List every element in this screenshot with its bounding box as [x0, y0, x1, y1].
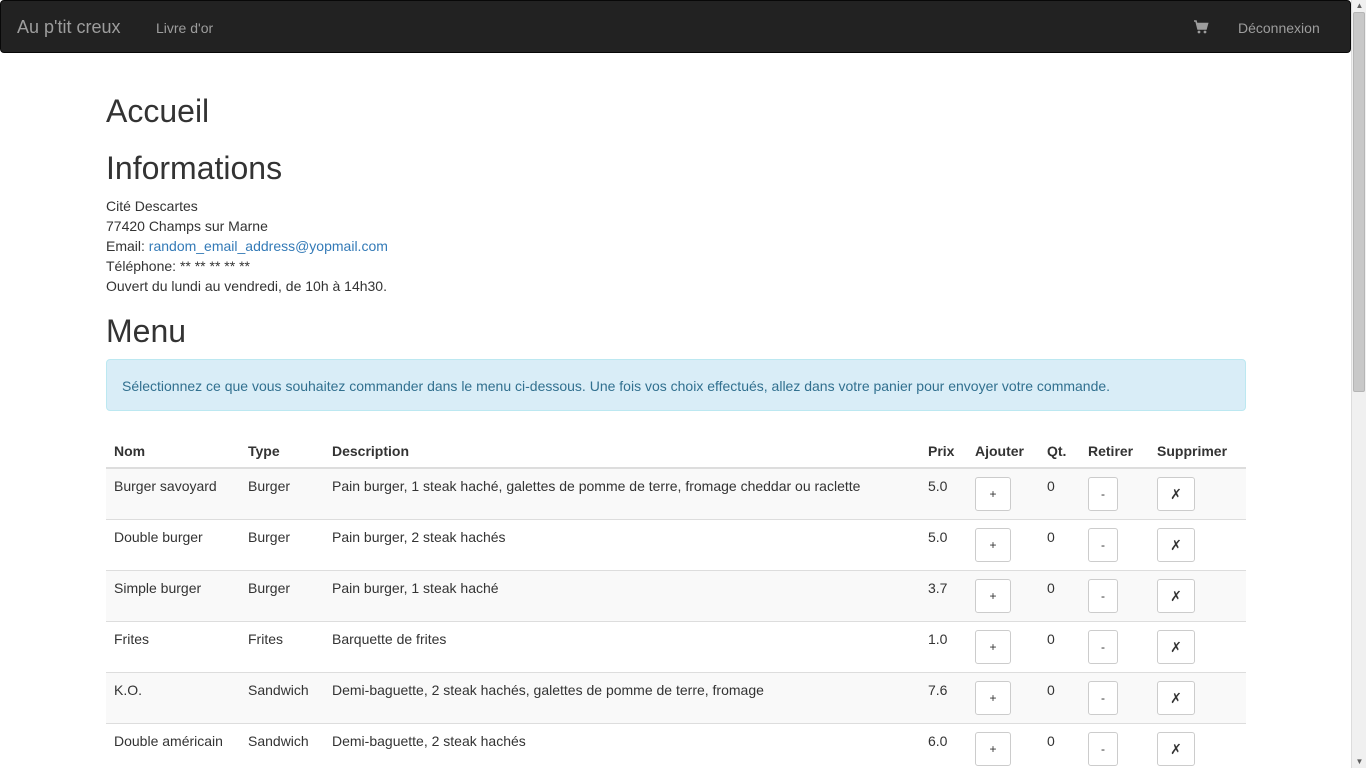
- email-label: Email:: [106, 238, 149, 254]
- header-supprimer: Supprimer: [1149, 431, 1246, 469]
- table-row: Double burger Burger Pain burger, 2 stea…: [106, 519, 1246, 571]
- add-button[interactable]: +: [975, 732, 1011, 766]
- page-title: Accueil: [106, 93, 210, 129]
- cell-qt: 0: [1039, 570, 1080, 622]
- delete-button[interactable]: ✗: [1157, 579, 1195, 613]
- cell-type: Frites: [240, 621, 324, 673]
- cell-description: Pain burger, 1 steak haché, galettes de …: [324, 467, 920, 520]
- table-row: Double américain Sandwich Demi-baguette,…: [106, 723, 1246, 775]
- remove-button[interactable]: -: [1088, 732, 1118, 766]
- remove-button[interactable]: -: [1088, 528, 1118, 562]
- header-type: Type: [240, 431, 324, 469]
- cell-description: Pain burger, 2 steak hachés: [324, 519, 920, 571]
- brand-link[interactable]: Au p'tit creux: [17, 17, 120, 37]
- cell-description: Pain burger, 1 steak haché: [324, 570, 920, 622]
- cell-prix: 3.7: [920, 570, 967, 622]
- cell-type: Sandwich: [240, 723, 324, 775]
- remove-button[interactable]: -: [1088, 579, 1118, 613]
- phone-line: Téléphone: ** ** ** ** **: [106, 258, 250, 274]
- cell-type: Burger: [240, 467, 324, 520]
- cell-description: Barquette de frites: [324, 621, 920, 673]
- table-row: Simple burger Burger Pain burger, 1 stea…: [106, 570, 1246, 622]
- header-description: Description: [324, 431, 920, 469]
- remove-button[interactable]: -: [1088, 477, 1118, 511]
- cell-qt: 0: [1039, 723, 1080, 775]
- cell-prix: 1.0: [920, 621, 967, 673]
- table-row: K.O. Sandwich Demi-baguette, 2 steak hac…: [106, 672, 1246, 724]
- add-button[interactable]: +: [975, 681, 1011, 715]
- add-button[interactable]: +: [975, 579, 1011, 613]
- add-button[interactable]: +: [975, 528, 1011, 562]
- vertical-scrollbar[interactable]: ▲ ▼: [1351, 0, 1366, 768]
- cell-prix: 5.0: [920, 467, 967, 520]
- delete-button[interactable]: ✗: [1157, 681, 1195, 715]
- table-row: Burger savoyard Burger Pain burger, 1 st…: [106, 467, 1246, 520]
- nav-link-livre-dor[interactable]: Livre d'or: [156, 19, 213, 37]
- delete-button[interactable]: ✗: [1157, 528, 1195, 562]
- cell-description: Demi-baguette, 2 steak hachés, galettes …: [324, 672, 920, 724]
- cell-qt: 0: [1039, 519, 1080, 571]
- scrollbar-thumb[interactable]: [1353, 12, 1365, 392]
- scroll-down-arrow-icon[interactable]: ▼: [1352, 756, 1366, 768]
- remove-button[interactable]: -: [1088, 630, 1118, 664]
- address-line-2: 77420 Champs sur Marne: [106, 218, 268, 234]
- header-retirer: Retirer: [1080, 431, 1149, 469]
- email-link[interactable]: random_email_address@yopmail.com: [149, 238, 388, 254]
- header-prix: Prix: [920, 431, 967, 469]
- cell-nom: Double américain: [106, 723, 240, 775]
- add-button[interactable]: +: [975, 477, 1011, 511]
- cell-type: Burger: [240, 519, 324, 571]
- navbar: Au p'tit creux Livre d'or Déconnexion: [0, 0, 1351, 53]
- menu-title: Menu: [106, 313, 187, 349]
- delete-button[interactable]: ✗: [1157, 732, 1195, 766]
- cell-qt: 0: [1039, 467, 1080, 520]
- cell-description: Demi-baguette, 2 steak hachés: [324, 723, 920, 775]
- table-row: Frites Frites Barquette de frites 1.0 + …: [106, 621, 1246, 673]
- email-line: Email: random_email_address@yopmail.com: [106, 236, 388, 256]
- info-title: Informations: [106, 150, 283, 186]
- logout-link[interactable]: Déconnexion: [1238, 19, 1320, 37]
- cell-type: Sandwich: [240, 672, 324, 724]
- cell-type: Burger: [240, 570, 324, 622]
- info-block: Cité Descartes 77420 Champs sur Marne Em…: [106, 196, 388, 296]
- table-header-row: Nom Type Description Prix Ajouter Qt. Re…: [106, 431, 1246, 469]
- remove-button[interactable]: -: [1088, 681, 1118, 715]
- delete-button[interactable]: ✗: [1157, 630, 1195, 664]
- address-line-1: Cité Descartes: [106, 198, 198, 214]
- cell-nom: Double burger: [106, 519, 240, 571]
- cell-nom: K.O.: [106, 672, 240, 724]
- shopping-cart-icon[interactable]: [1193, 19, 1209, 35]
- menu-table: Nom Type Description Prix Ajouter Qt. Re…: [106, 431, 1246, 775]
- cell-nom: Simple burger: [106, 570, 240, 622]
- cell-qt: 0: [1039, 621, 1080, 673]
- cell-prix: 7.6: [920, 672, 967, 724]
- cell-prix: 6.0: [920, 723, 967, 775]
- header-nom: Nom: [106, 431, 240, 469]
- info-alert: Sélectionnez ce que vous souhaitez comma…: [106, 359, 1246, 411]
- hours-line: Ouvert du lundi au vendredi, de 10h à 14…: [106, 278, 387, 294]
- cell-nom: Frites: [106, 621, 240, 673]
- cell-prix: 5.0: [920, 519, 967, 571]
- cell-qt: 0: [1039, 672, 1080, 724]
- scroll-up-arrow-icon[interactable]: ▲: [1352, 0, 1366, 12]
- header-ajouter: Ajouter: [967, 431, 1039, 469]
- add-button[interactable]: +: [975, 630, 1011, 664]
- cell-nom: Burger savoyard: [106, 467, 240, 520]
- header-qt: Qt.: [1039, 431, 1080, 469]
- delete-button[interactable]: ✗: [1157, 477, 1195, 511]
